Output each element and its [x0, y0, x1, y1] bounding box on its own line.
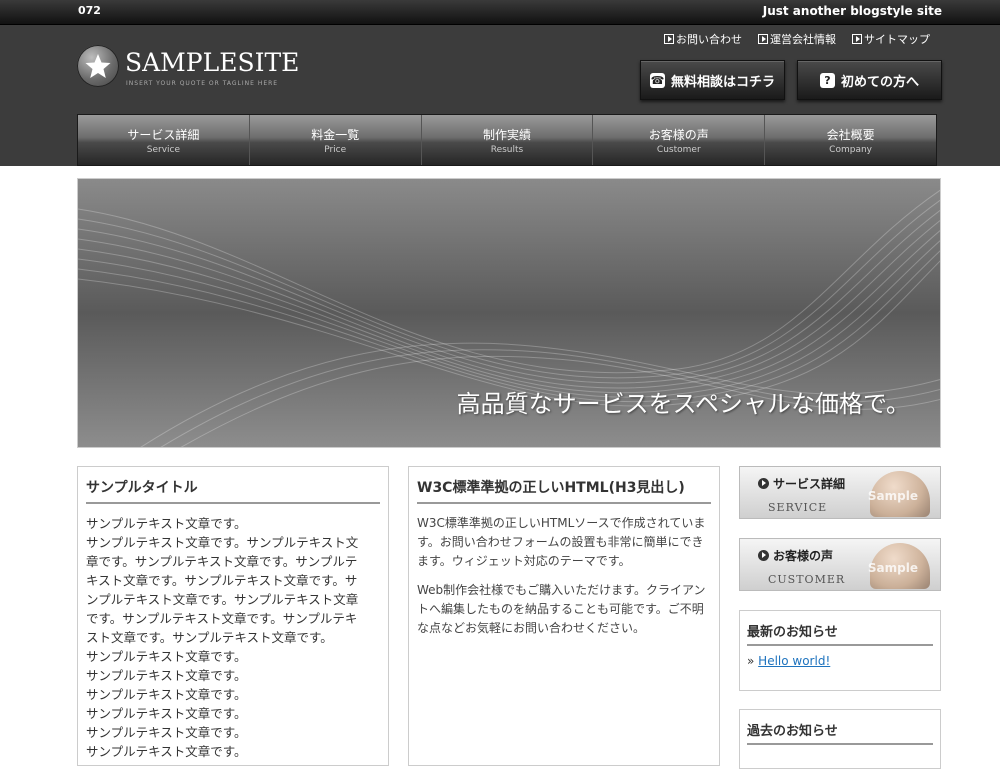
w3c-paragraph-1: W3C標準準拠の正しいHTMLソースで作成されています。お問い合わせフォームの設…	[417, 516, 706, 568]
w3c-paragraph-2: Web制作会社様でもご購入いただけます。クライアントへ編集したものを納品すること…	[417, 583, 706, 635]
arrow-circle-icon	[758, 550, 769, 561]
past-news-box: 過去のお知らせ	[739, 709, 941, 769]
service-banner[interactable]: サービス詳細 SERVICE Sample	[739, 466, 941, 519]
nav-price[interactable]: 料金一覧 Price	[250, 115, 422, 165]
site-number: 072	[78, 4, 101, 17]
nav-customer[interactable]: お客様の声 Customer	[593, 115, 766, 165]
w3c-title: W3C標準準拠の正しいHTML(H3見出し)	[417, 477, 711, 504]
arrow-box-icon	[758, 34, 768, 44]
arrow-circle-icon	[758, 478, 769, 489]
sample-text: サンプルテキスト文章です。 サンプルテキスト文章です。サンプルテキスト文 章です…	[86, 516, 359, 759]
arrow-box-icon	[852, 34, 862, 44]
sitemap-link[interactable]: サイトマップ	[852, 31, 930, 47]
logo-tagline: INSERT YOUR QUOTE OR TAGLINE HERE	[126, 80, 279, 87]
nav-service[interactable]: サービス詳細 Service	[78, 115, 250, 165]
top-strip: 072 Just another blogstyle site	[0, 0, 1000, 25]
top-links: お問い合わせ 運営会社情報 サイトマップ	[664, 31, 930, 47]
site-tagline: Just another blogstyle site	[762, 4, 942, 18]
nav-company[interactable]: 会社概要 Company	[765, 115, 936, 165]
contact-link[interactable]: お問い合わせ	[664, 31, 742, 47]
arrow-box-icon	[664, 34, 674, 44]
main-nav: サービス詳細 Service 料金一覧 Price 制作実績 Results お客様の…	[77, 114, 937, 166]
news-item: » Hello world!	[747, 654, 831, 668]
hello-world-link[interactable]: Hello world!	[758, 654, 830, 668]
star-logo-icon[interactable]	[77, 45, 119, 87]
phone-icon: ☎	[649, 72, 665, 88]
question-icon: ?	[819, 72, 835, 88]
latest-news-title: 最新のお知らせ	[747, 621, 933, 646]
company-info-link[interactable]: 運営会社情報	[758, 31, 836, 47]
hero-catchphrase: 高品質なサービスをスペシャルな価格で。	[456, 390, 910, 418]
sample-content-box: サンプルタイトル サンプルテキスト文章です。 サンプルテキスト文章です。サンプル…	[77, 466, 389, 766]
nav-results[interactable]: 制作実績 Results	[422, 115, 594, 165]
past-news-title: 過去のお知らせ	[747, 720, 933, 745]
first-time-button[interactable]: ? 初めての方へ	[797, 60, 942, 100]
hero-banner: 高品質なサービスをスペシャルな価格で。	[77, 178, 941, 448]
latest-news-box: 最新のお知らせ » Hello world!	[739, 610, 941, 691]
w3c-content-box: W3C標準準拠の正しいHTML(H3見出し) W3C標準準拠の正しいHTMLソー…	[408, 466, 720, 766]
free-consult-button[interactable]: ☎ 無料相談はコチラ	[640, 60, 785, 100]
site-logo[interactable]: SAMPLESITE	[125, 48, 299, 77]
sample-title: サンプルタイトル	[86, 477, 380, 504]
customer-banner[interactable]: お客様の声 CUSTOMER Sample	[739, 538, 941, 591]
